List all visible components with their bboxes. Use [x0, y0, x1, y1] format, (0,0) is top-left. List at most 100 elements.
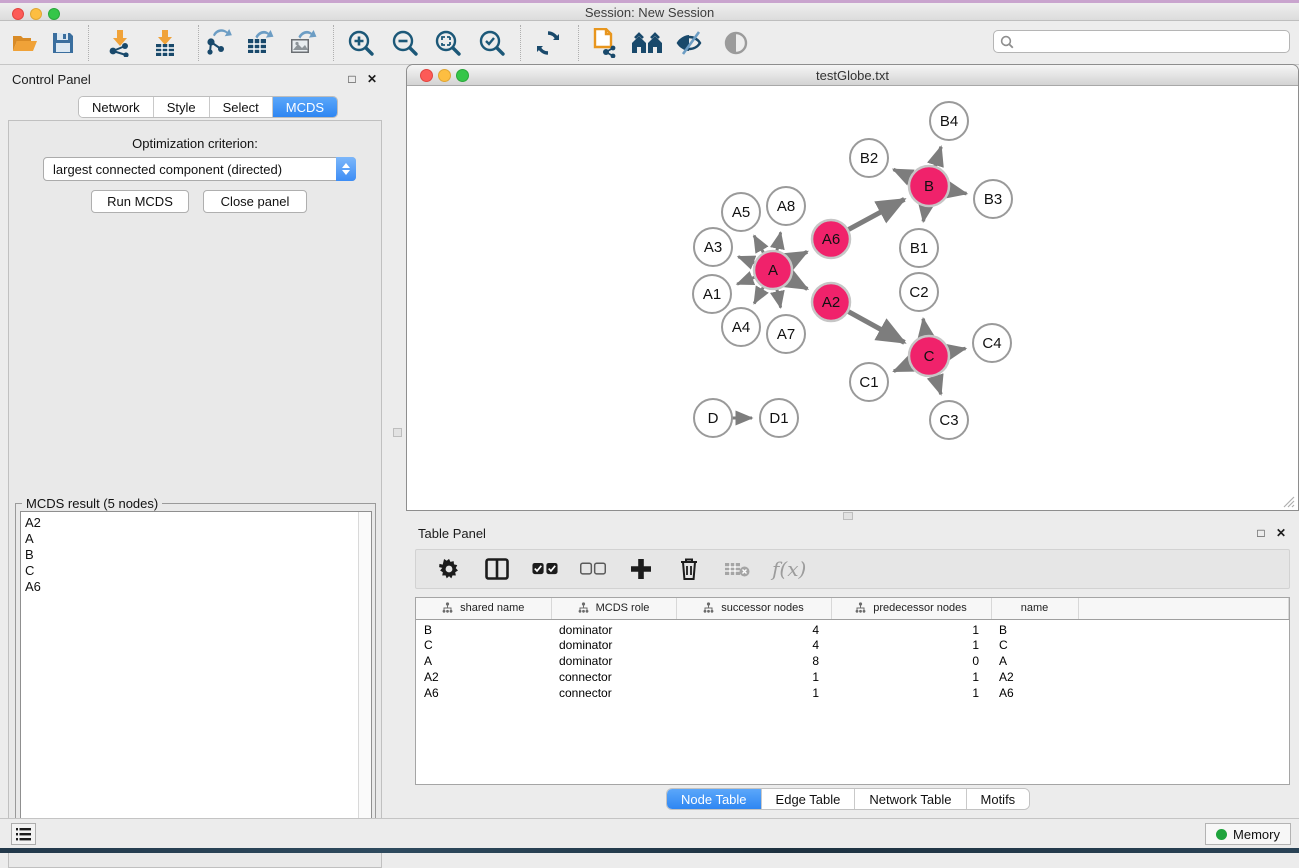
- table-row[interactable]: Adominator80A: [416, 653, 1289, 669]
- table-row[interactable]: Bdominator41B: [416, 619, 1289, 637]
- tab-node-table[interactable]: Node Table: [667, 789, 762, 809]
- column-header[interactable]: shared name: [416, 598, 551, 619]
- table-cell[interactable]: A: [416, 653, 551, 669]
- graph-edge-C-C2[interactable]: [923, 319, 926, 338]
- network-canvas[interactable]: B4B2BB3A8A5A6B1A3AC2A1A2A4A7C4CC1C3DD1: [408, 87, 1297, 510]
- column-header[interactable]: predecessor nodes: [831, 598, 991, 619]
- graph-node-C4[interactable]: C4: [973, 324, 1011, 362]
- save-session-icon[interactable]: [46, 27, 80, 59]
- mcds-result-item[interactable]: B: [25, 547, 371, 563]
- float-panel-icon[interactable]: □: [344, 71, 360, 87]
- memory-button[interactable]: Memory: [1205, 823, 1291, 845]
- column-header[interactable]: name: [991, 598, 1078, 619]
- table-cell[interactable]: 0: [831, 653, 991, 669]
- search-input[interactable]: [1018, 31, 1289, 52]
- table-cell[interactable]: A6: [416, 685, 551, 701]
- task-history-button[interactable]: [11, 823, 36, 845]
- graph-edge-B-B3[interactable]: [948, 190, 967, 194]
- table-cell[interactable]: dominator: [551, 637, 676, 653]
- tab-network[interactable]: Network: [79, 97, 154, 117]
- delete-column-icon[interactable]: [676, 556, 702, 582]
- tab-select[interactable]: Select: [210, 97, 273, 117]
- table-row[interactable]: A2connector11A2: [416, 669, 1289, 685]
- column-header[interactable]: successor nodes: [676, 598, 831, 619]
- show-columns-icon[interactable]: [484, 556, 510, 582]
- table-cell[interactable]: B: [991, 619, 1078, 637]
- node-table[interactable]: shared nameMCDS rolesuccessor nodesprede…: [415, 597, 1290, 785]
- graph-node-D1[interactable]: D1: [760, 399, 798, 437]
- graph-edge-A-A4[interactable]: [754, 286, 764, 304]
- column-header[interactable]: MCDS role: [551, 598, 676, 619]
- graph-edge-A-A6[interactable]: [789, 252, 807, 262]
- graph-edge-C-C4[interactable]: [948, 348, 966, 352]
- optimization-criterion-select[interactable]: largest connected component (directed): [43, 157, 356, 181]
- graph-node-A2[interactable]: A2: [812, 283, 850, 321]
- export-table-icon[interactable]: [243, 27, 277, 59]
- graph-node-A1[interactable]: A1: [693, 275, 731, 313]
- mcds-result-item[interactable]: A6: [25, 579, 371, 595]
- export-network-icon[interactable]: [201, 27, 235, 59]
- graph-node-A3[interactable]: A3: [694, 228, 732, 266]
- table-cell[interactable]: A2: [416, 669, 551, 685]
- graph-node-A8[interactable]: A8: [767, 187, 805, 225]
- graph-edge-A-A1[interactable]: [737, 277, 756, 285]
- graph-node-A6[interactable]: A6: [812, 220, 850, 258]
- select-all-icon[interactable]: [532, 556, 558, 582]
- search-field[interactable]: [993, 30, 1290, 53]
- graph-node-A4[interactable]: A4: [722, 308, 760, 346]
- graph-node-B3[interactable]: B3: [974, 180, 1012, 218]
- graph-edge-B-B2[interactable]: [893, 169, 911, 178]
- table-cell[interactable]: 4: [676, 619, 831, 637]
- add-column-icon[interactable]: [628, 556, 654, 582]
- graph-node-C[interactable]: C: [909, 336, 949, 376]
- tab-motifs[interactable]: Motifs: [967, 789, 1030, 809]
- table-cell[interactable]: C: [416, 637, 551, 653]
- hide-selected-icon[interactable]: [673, 27, 707, 59]
- table-cell[interactable]: A6: [991, 685, 1078, 701]
- network-overview-icon[interactable]: [588, 27, 622, 59]
- deselect-all-icon[interactable]: [580, 556, 606, 582]
- table-cell[interactable]: 8: [676, 653, 831, 669]
- settings-gear-icon[interactable]: [436, 556, 462, 582]
- window-resize-grip[interactable]: [1281, 494, 1295, 508]
- table-cell[interactable]: C: [991, 637, 1078, 653]
- table-row[interactable]: A6connector11A6: [416, 685, 1289, 701]
- apply-layout-icon[interactable]: [531, 27, 565, 59]
- graph-edge-A-A8[interactable]: [777, 232, 781, 252]
- zoom-selected-icon[interactable]: [475, 27, 509, 59]
- table-cell[interactable]: 1: [676, 685, 831, 701]
- mcds-result-item[interactable]: A2: [25, 515, 371, 531]
- graph-edge-B-B4[interactable]: [935, 147, 941, 168]
- graph-edge-B-B1[interactable]: [923, 205, 926, 222]
- network-window-titlebar[interactable]: testGlobe.txt: [407, 65, 1298, 86]
- graph-edge-A-A2[interactable]: [789, 279, 808, 289]
- zoom-out-icon[interactable]: [388, 27, 422, 59]
- panel-splitter-horizontal[interactable]: [406, 511, 1299, 522]
- graph-edge-A2-C[interactable]: [847, 311, 905, 343]
- zoom-fit-icon[interactable]: [431, 27, 465, 59]
- graph-edge-A-A7[interactable]: [777, 288, 781, 308]
- table-cell[interactable]: 1: [831, 619, 991, 637]
- import-network-icon[interactable]: [103, 27, 137, 59]
- show-all-icon[interactable]: [719, 27, 753, 59]
- table-cell[interactable]: connector: [551, 685, 676, 701]
- result-list-scrollbar[interactable]: [358, 512, 371, 846]
- first-neighbors-icon[interactable]: [630, 27, 664, 59]
- graph-node-A7[interactable]: A7: [767, 315, 805, 353]
- table-cell[interactable]: dominator: [551, 619, 676, 637]
- panel-splitter-vertical[interactable]: [390, 65, 406, 815]
- run-mcds-button[interactable]: Run MCDS: [91, 190, 189, 213]
- table-cell[interactable]: 1: [831, 669, 991, 685]
- open-file-icon[interactable]: [8, 27, 42, 59]
- graph-node-B1[interactable]: B1: [900, 229, 938, 267]
- graph-node-C2[interactable]: C2: [900, 273, 938, 311]
- graph-edge-A-A3[interactable]: [738, 257, 756, 264]
- table-cell[interactable]: 1: [676, 669, 831, 685]
- graph-node-A5[interactable]: A5: [722, 193, 760, 231]
- close-table-panel-icon[interactable]: ✕: [1273, 525, 1289, 541]
- import-table-icon[interactable]: [148, 27, 182, 59]
- splitter-handle[interactable]: [393, 428, 402, 437]
- graph-node-B4[interactable]: B4: [930, 102, 968, 140]
- table-cell[interactable]: 4: [676, 637, 831, 653]
- graph-node-B[interactable]: B: [909, 166, 949, 206]
